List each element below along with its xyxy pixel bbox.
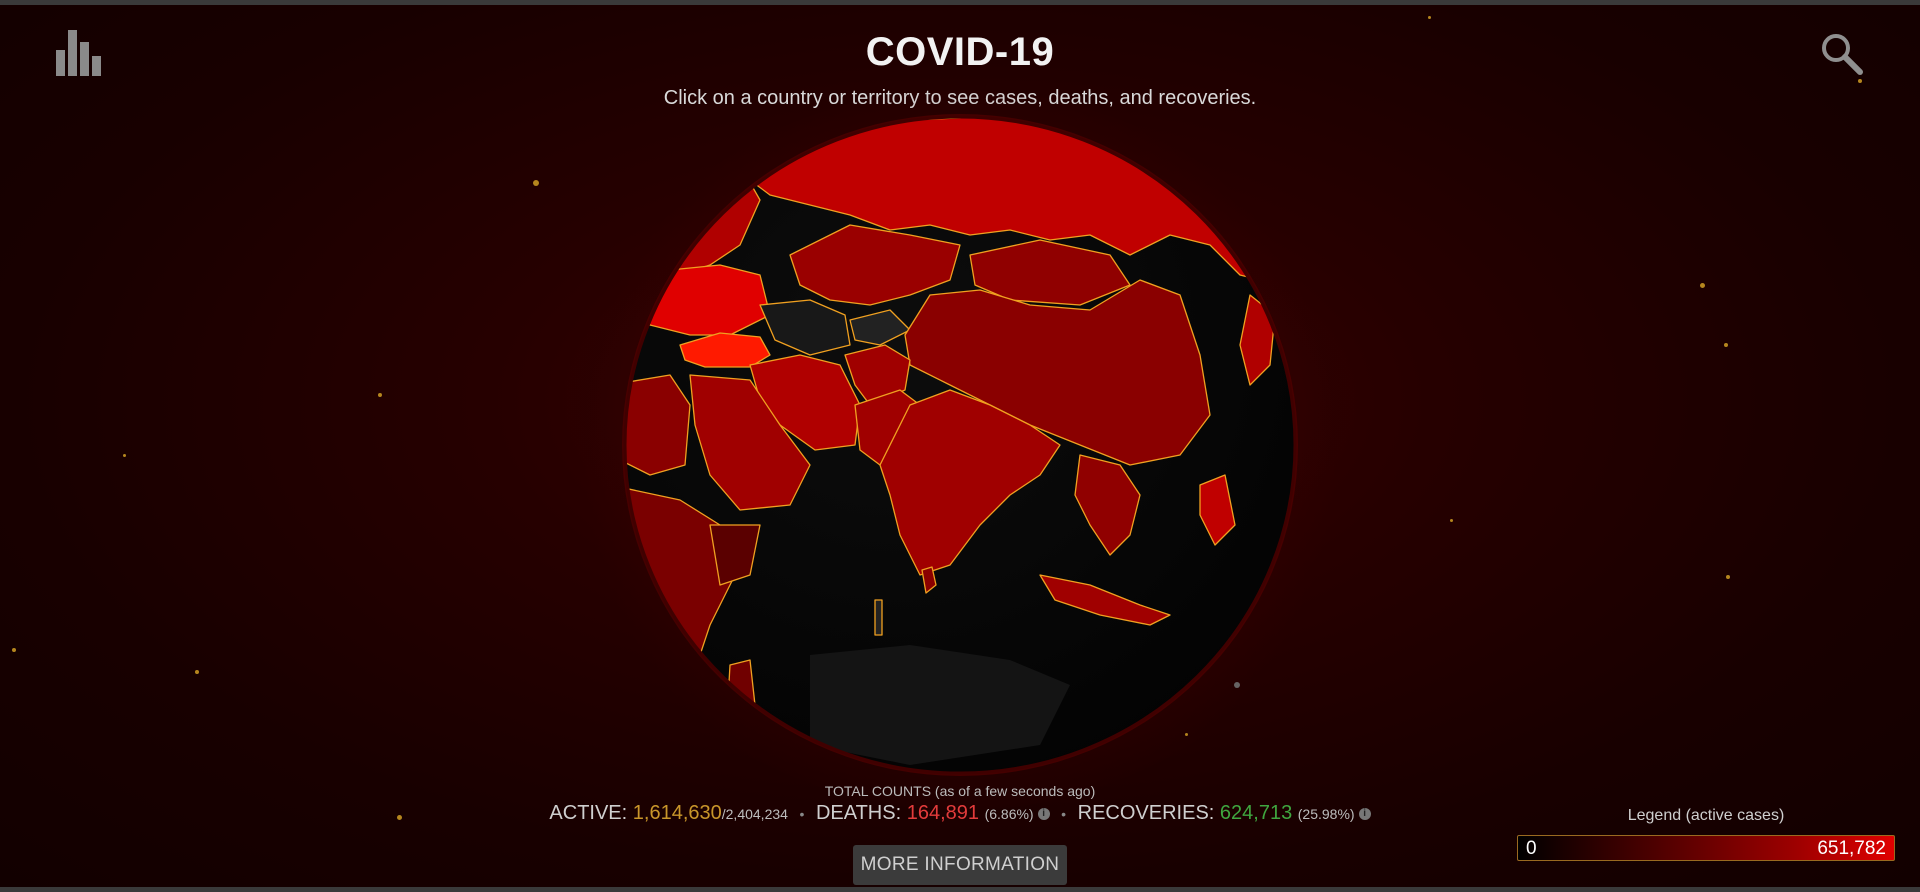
legend-max-value: 651,782: [1817, 838, 1886, 859]
deaths-value: 164,891: [906, 802, 980, 824]
legend-min-value: 0: [1526, 838, 1537, 859]
country-egypt[interactable]: [610, 374, 691, 476]
star-dot: [1700, 283, 1705, 288]
country-maldives: [874, 599, 883, 636]
active-total: /2,404,234: [721, 806, 788, 822]
star-dot: [195, 670, 199, 674]
star-dot: [1450, 519, 1453, 522]
star-dot: [1858, 79, 1862, 83]
separator: •: [1061, 806, 1067, 822]
recoveries-percentage: (25.98%): [1297, 806, 1355, 822]
totals-caption: TOTAL COUNTS (as of a few seconds ago): [824, 783, 1096, 799]
more-information-button[interactable]: MORE INFORMATION: [853, 845, 1067, 885]
info-icon[interactable]: i: [1358, 807, 1371, 820]
deaths-label: DEATHS:: [815, 802, 902, 824]
star-dot: [1428, 16, 1431, 19]
star-dot: [123, 454, 126, 457]
separator: •: [799, 806, 805, 822]
legend-title: Legend (active cases): [1627, 807, 1785, 824]
page-title: COVID-19: [865, 30, 1055, 74]
top-border: [0, 0, 1920, 5]
star-dot: [1724, 343, 1728, 347]
star-dot: [1726, 575, 1730, 579]
active-label: ACTIVE:: [549, 802, 628, 824]
deaths-percentage: (6.86%): [984, 806, 1034, 822]
recoveries-value: 624,713: [1219, 802, 1293, 824]
legend-color-scale: 0 651,782: [1517, 835, 1895, 861]
recoveries-label: RECOVERIES:: [1077, 802, 1215, 824]
star-dot: [12, 648, 16, 652]
globe[interactable]: [610, 105, 1310, 785]
active-value: 1,614,630: [632, 802, 722, 824]
info-icon[interactable]: i: [1037, 807, 1050, 820]
star-dot: [533, 180, 539, 186]
country-madagascar[interactable]: [727, 659, 756, 721]
country-europe-central[interactable]: [629, 264, 771, 336]
bottom-border: [0, 887, 1920, 892]
star-dot: [378, 393, 382, 397]
